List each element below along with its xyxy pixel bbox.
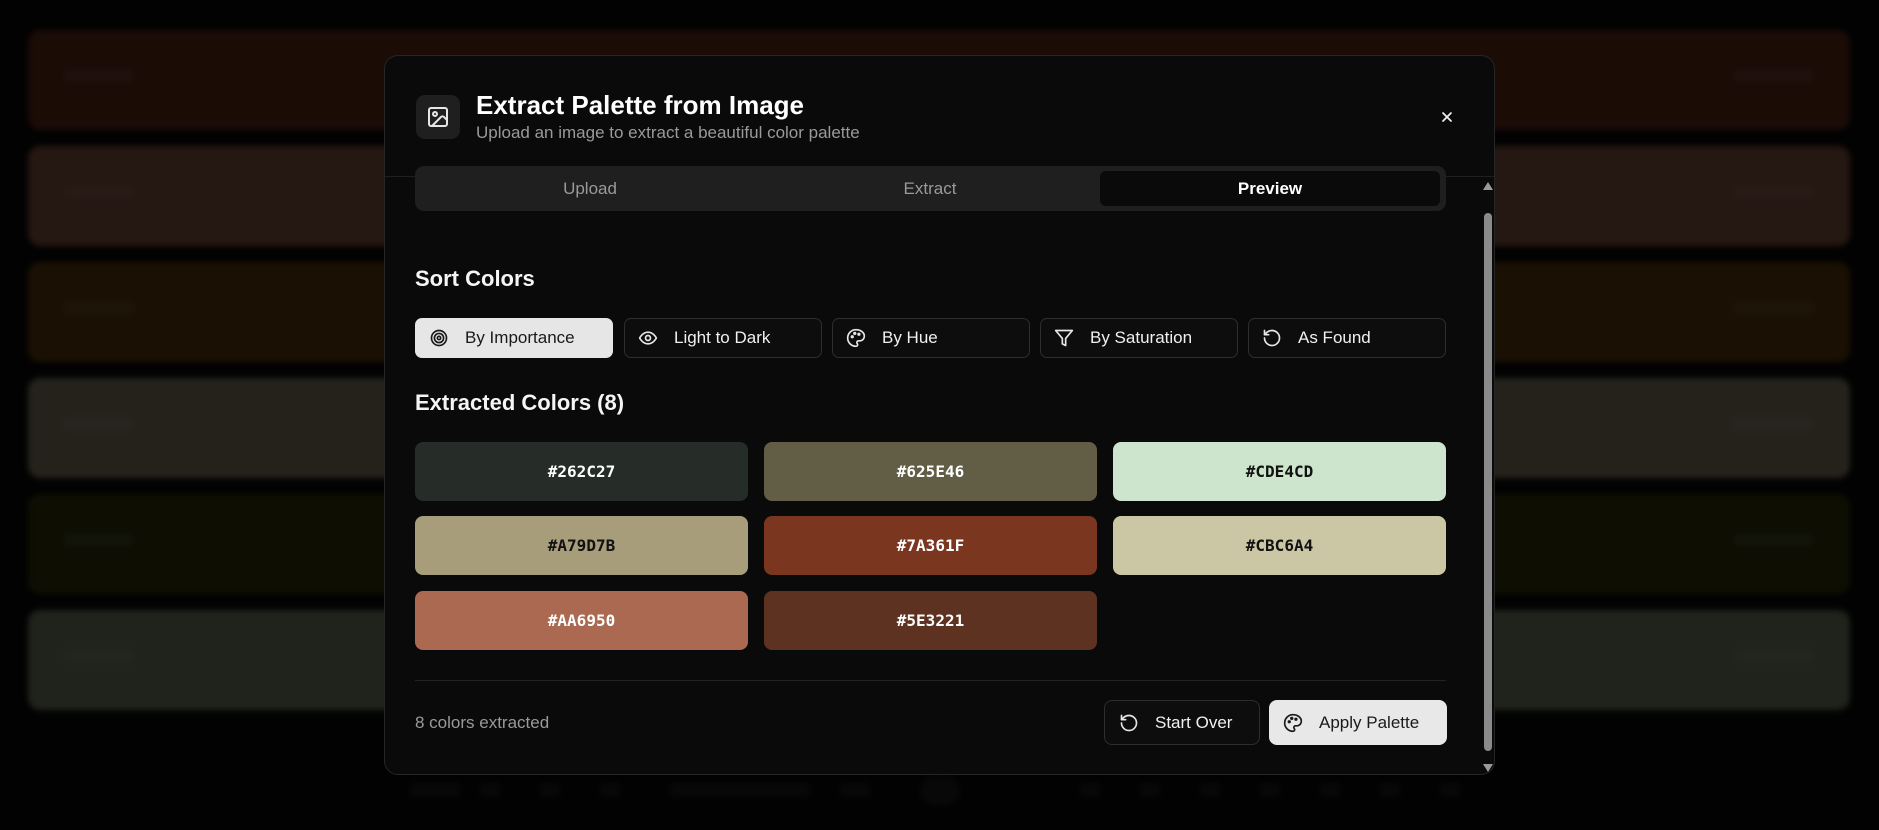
filter-icon bbox=[1054, 328, 1074, 348]
extracted-colors-title: Extracted Colors (8) bbox=[415, 390, 625, 415]
dialog-header: Extract Palette from Image Upload an ima… bbox=[385, 56, 1494, 177]
image-icon bbox=[416, 95, 460, 139]
sort-option-label: By Saturation bbox=[1090, 328, 1193, 347]
start-over-label: Start Over bbox=[1155, 712, 1233, 732]
color-swatch[interactable]: #7A361F bbox=[764, 516, 1097, 575]
colors-extracted-status: 8 colors extracted bbox=[415, 713, 550, 732]
apply-palette-button[interactable]: Apply Palette bbox=[1269, 700, 1447, 745]
sort-option-label: Light to Dark bbox=[674, 328, 771, 347]
start-over-button[interactable]: Start Over bbox=[1104, 700, 1260, 745]
target-icon bbox=[429, 328, 449, 348]
scroll-down-arrow[interactable] bbox=[1483, 764, 1493, 772]
color-swatch[interactable]: #AA6950 bbox=[415, 591, 748, 650]
rotate-ccw-icon bbox=[1119, 713, 1139, 733]
sort-by-hue-button[interactable]: By Hue bbox=[832, 318, 1030, 358]
color-swatch[interactable]: #CDE4CD bbox=[1113, 442, 1446, 501]
tab-extract[interactable]: Extract bbox=[760, 171, 1100, 206]
close-button[interactable] bbox=[1434, 104, 1460, 130]
dialog-scrollbar[interactable] bbox=[1481, 178, 1494, 774]
sort-option-label: As Found bbox=[1298, 328, 1371, 347]
sort-by-saturation-button[interactable]: By Saturation bbox=[1040, 318, 1238, 358]
color-swatch[interactable]: #262C27 bbox=[415, 442, 748, 501]
footer-divider bbox=[415, 680, 1446, 681]
sort-by-importance-button[interactable]: By Importance bbox=[415, 318, 613, 358]
color-swatch[interactable]: #625E46 bbox=[764, 442, 1097, 501]
tab-upload[interactable]: Upload bbox=[420, 171, 760, 206]
color-swatch[interactable]: #A79D7B bbox=[415, 516, 748, 575]
dialog-subtitle: Upload an image to extract a beautiful c… bbox=[476, 123, 860, 142]
color-swatch[interactable]: #5E3221 bbox=[764, 591, 1097, 650]
sort-option-label: By Hue bbox=[882, 328, 938, 347]
eye-icon bbox=[638, 328, 658, 348]
sort-option-label: By Importance bbox=[465, 328, 575, 347]
dialog-title: Extract Palette from Image bbox=[476, 90, 805, 120]
step-tabs: Upload Extract Preview bbox=[415, 166, 1446, 211]
palette-icon bbox=[846, 328, 866, 348]
scroll-thumb[interactable] bbox=[1484, 213, 1492, 751]
color-swatch[interactable]: #CBC6A4 bbox=[1113, 516, 1446, 575]
tab-preview[interactable]: Preview bbox=[1100, 171, 1440, 206]
sort-colors-title: Sort Colors bbox=[415, 266, 535, 291]
extract-palette-dialog: Extract Palette from Image Upload an ima… bbox=[384, 55, 1495, 775]
apply-palette-label: Apply Palette bbox=[1319, 712, 1420, 732]
close-icon bbox=[1442, 112, 1452, 122]
scroll-up-arrow[interactable] bbox=[1483, 182, 1493, 190]
rotate-ccw-icon bbox=[1262, 328, 1282, 348]
sort-as-found-button[interactable]: As Found bbox=[1248, 318, 1446, 358]
palette-icon bbox=[1283, 713, 1303, 733]
sort-light-to-dark-button[interactable]: Light to Dark bbox=[624, 318, 822, 358]
